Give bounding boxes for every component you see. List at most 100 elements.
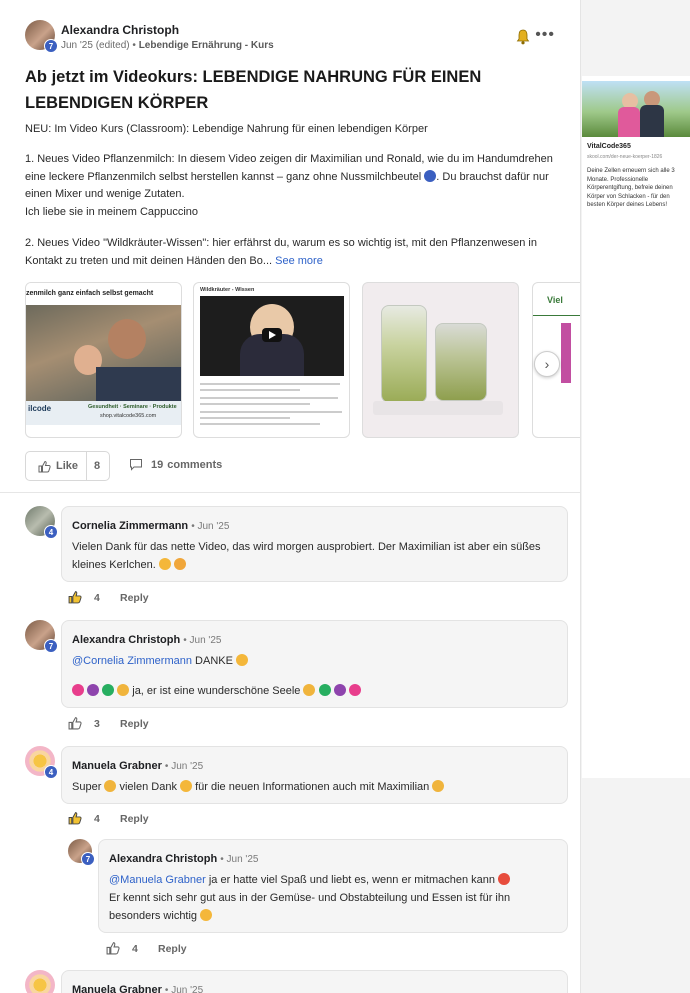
mention-link[interactable]: @Manuela Grabner [109,874,206,886]
thumb-1-caption: zenmilch ganz einfach selbst gemacht [26,290,154,297]
pink-heart-icon [348,684,361,696]
tray [373,401,503,415]
thumb-1-footer-line1: Gesundheit · Seminare · Produkte [88,404,177,410]
mention-link[interactable]: @Cornelia Zimmermann [72,655,192,667]
commenter-avatar[interactable]: 7 [25,620,58,653]
level-badge: 4 [44,765,58,779]
comments-label: comments [167,459,223,471]
community-banner-image[interactable] [582,81,690,137]
commenter-avatar[interactable]: 4 [25,506,58,539]
purple-heart-icon [333,684,346,696]
sidebar-community-card[interactable]: VitalCode365 skool.com/der-neue-koerper-… [582,76,690,778]
paragraph-1-b: Ich liebe sie in meinem Cappuccino [25,205,199,218]
comment-text-2: Er kennt sich sehr gut aus in der Gemüse… [109,892,511,922]
commenter-avatar[interactable]: 4 [25,746,58,779]
comment-date: • Jun '25 [164,985,204,993]
comment-bubble: Manuela Grabner • Jun '25 Super vielen D… [61,746,568,804]
post-divider [0,492,580,493]
commenter-avatar[interactable]: 7 [68,839,95,866]
carousel-next-button[interactable]: › [534,351,560,377]
see-more-link[interactable]: See more [275,255,323,267]
smile-emoji-icon [236,654,249,666]
comment-text-a: Super [72,781,102,793]
post-title: Ab jetzt im Videokurs: LEBENDIGE NAHRUNG… [25,68,482,112]
author-avatar[interactable]: 7 [25,20,58,53]
thumbs-up-icon[interactable] [68,716,82,730]
comments-count: 19 [151,459,164,471]
comment-text-b: vielen Dank [119,781,177,793]
comment-actions: 3 Reply [68,717,168,731]
thumbs-up-icon[interactable] [106,941,120,955]
author-name[interactable]: Alexandra Christoph [61,23,179,37]
like-label: Like [56,460,79,472]
post-date: Jun '25 (edited) • [61,40,136,51]
jar-2 [435,323,487,401]
reply-button[interactable]: Reply [120,718,149,730]
attachment-thumb-1[interactable]: zenmilch ganz einfach selbst gemacht ilc… [25,282,182,438]
pray-hands-icon [117,684,130,696]
thumb-2-title: Wildkräuter - Wissen [200,287,255,293]
level-badge: 7 [81,852,95,866]
community-url[interactable]: skool.com/der-neue-koerper-1826 [587,154,662,160]
commenter-name[interactable]: Cornelia Zimmermann [72,520,188,532]
commenter-name[interactable]: Manuela Grabner [72,760,162,772]
comment-like-count: 4 [94,592,100,604]
comments-toggle[interactable]: 19 comments [129,459,222,471]
post-paragraph-2: 2. Neues Video "Wildkräuter-Wissen": hie… [25,235,570,270]
comment-text: DANKE [195,655,233,667]
comment-text: Vielen Dank für das nette Video, das wir… [72,541,541,571]
comment-date: • Jun '25 [164,761,204,772]
level-badge: 7 [44,39,58,53]
thumbs-up-filled-icon[interactable] [68,811,82,825]
community-description: Deine Zellen erneuern sich alle 3 Monate… [587,168,675,208]
thumb-1-footer-line2: shop.vitalcode365.com [100,413,157,419]
post-card: 7 Alexandra Christoph Jun '25 (edited) •… [0,0,581,993]
post-intro: NEU: Im Video Kurs (Classroom): Lebendig… [25,123,428,135]
like-count[interactable]: 8 [94,460,100,472]
thumb-1-photo [26,305,181,407]
post-category[interactable]: Lebendige Ernährung - Kurs [139,40,274,51]
post-actions: Like 8 19 comments [25,451,565,481]
attachment-thumb-2[interactable]: Wildkräuter - Wissen [193,282,350,438]
clap-emoji-icon [432,780,445,792]
pink-heart-icon [72,684,84,696]
heart-eyes-emoji-icon [498,873,511,885]
comment-like-count: 4 [132,943,138,955]
comment-actions: 4 Reply [106,942,206,956]
post-meta: Jun '25 (edited) • Lebendige Ernährung -… [61,40,274,51]
video-frame [200,296,344,376]
commenter-name[interactable]: Alexandra Christoph [72,634,180,646]
comment-like-count: 3 [94,718,100,730]
community-title[interactable]: VitalCode365 [587,143,631,150]
play-icon[interactable] [262,328,282,342]
comment-bubble: Manuela Grabner • Jun '25 [61,970,568,993]
thumb-4-label: Viel [547,295,563,305]
commenter-name[interactable]: Manuela Grabner [72,984,162,993]
like-button[interactable]: Like 8 [25,451,110,481]
comment-text: ja er hatte viel Spaß und liebt es, wenn… [208,874,495,886]
comment-actions: 4 Reply [68,812,168,826]
more-options-icon[interactable]: ••• [535,26,555,44]
reply-button[interactable]: Reply [158,943,187,955]
post-header: 7 Alexandra Christoph Jun '25 (edited) •… [25,20,560,56]
commenter-avatar[interactable] [25,970,55,993]
level-badge: 7 [44,639,58,653]
purple-heart-icon [87,684,100,696]
comment-bubble: Alexandra Christoph • Jun '25 @Cornelia … [61,620,568,708]
comment-text-2: ja, er ist eine wunderschöne Seele [132,685,301,697]
thumb-1-footer: ilcode Gesundheit · Seminare · Produkte … [26,401,181,425]
thumb-1-logo: ilcode [28,404,52,413]
comment-bubble: Cornelia Zimmermann • Jun '25 Vielen Dan… [61,506,568,582]
comment-date: • Jun '25 [183,635,222,646]
attachment-carousel: zenmilch ganz einfach selbst gemacht ilc… [25,282,580,438]
bell-icon[interactable] [516,29,530,45]
post-paragraph-1: 1. Neues Video Pflanzenmilch: In diesem … [25,151,570,221]
thumbs-up-filled-icon[interactable] [68,590,82,604]
commenter-name[interactable]: Alexandra Christoph [109,853,217,865]
jar-1 [381,305,427,403]
attachment-thumb-3[interactable] [362,282,519,438]
reply-button[interactable]: Reply [120,813,149,825]
reply-button[interactable]: Reply [120,592,149,604]
comment-date: • Jun '25 [191,521,230,532]
thumb-2-text-lines [200,383,344,425]
